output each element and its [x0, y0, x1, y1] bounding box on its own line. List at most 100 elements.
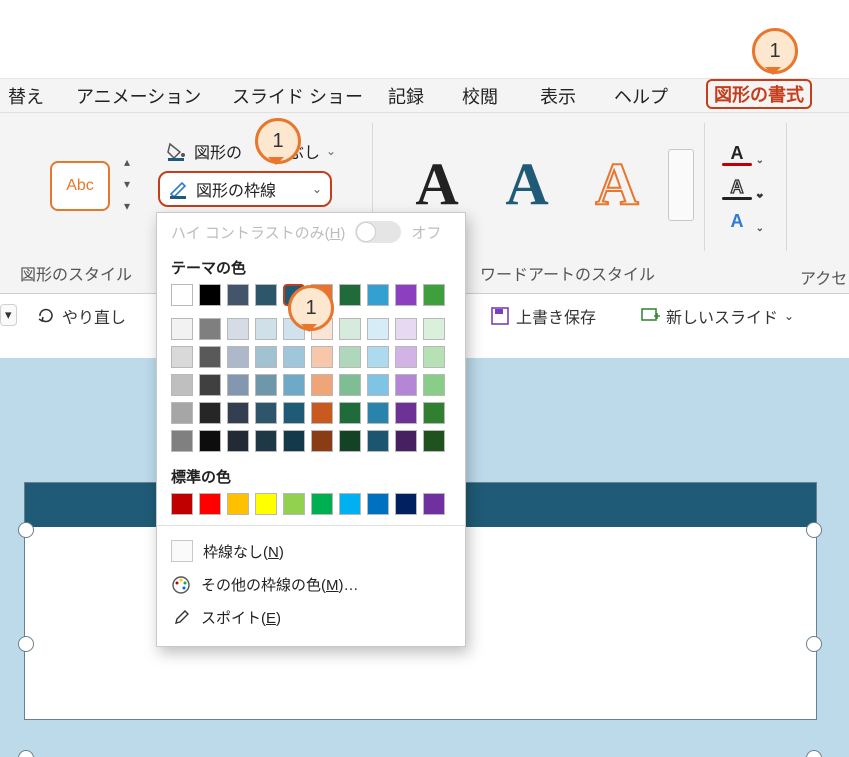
theme-shade-swatch[interactable] [367, 374, 389, 396]
theme-shade-swatch[interactable] [171, 318, 193, 340]
theme-color-swatch[interactable] [199, 284, 221, 306]
gallery-more-icon[interactable]: ▾ [118, 199, 136, 221]
theme-color-swatch[interactable] [339, 284, 361, 306]
theme-shade-swatch[interactable] [395, 374, 417, 396]
theme-shade-swatch[interactable] [171, 430, 193, 452]
theme-shade-swatch[interactable] [199, 318, 221, 340]
redo-button[interactable]: やり直し [36, 304, 126, 328]
resize-handle-nw[interactable] [18, 522, 34, 538]
theme-shade-swatch[interactable] [395, 318, 417, 340]
tab-help[interactable]: ヘルプ [614, 83, 668, 109]
theme-shade-swatch[interactable] [255, 430, 277, 452]
theme-shade-swatch[interactable] [311, 430, 333, 452]
theme-shade-swatch[interactable] [395, 430, 417, 452]
theme-shade-swatch[interactable] [423, 374, 445, 396]
text-outline-button[interactable]: A⌄ [722, 177, 752, 201]
standard-color-swatch[interactable] [423, 493, 445, 515]
theme-shade-swatch[interactable] [199, 430, 221, 452]
theme-shade-swatch[interactable] [227, 430, 249, 452]
tab-view[interactable]: 表示 [540, 83, 576, 109]
theme-color-swatch[interactable] [395, 284, 417, 306]
theme-shade-swatch[interactable] [311, 374, 333, 396]
wordart-style-1[interactable]: A [404, 151, 470, 217]
theme-shade-swatch[interactable] [255, 346, 277, 368]
shape-style-thumb[interactable]: Abc [50, 161, 110, 211]
gallery-down-icon[interactable]: ▾ [118, 177, 136, 199]
theme-shade-swatch[interactable] [423, 430, 445, 452]
tab-review[interactable]: 校閲 [462, 83, 498, 109]
tab-animations[interactable]: アニメーション [76, 83, 201, 109]
standard-color-swatch[interactable] [311, 493, 333, 515]
theme-shade-swatch[interactable] [171, 346, 193, 368]
eyedropper-action[interactable]: スポイト(E) [157, 601, 465, 634]
standard-color-swatch[interactable] [255, 493, 277, 515]
theme-shade-swatch[interactable] [199, 402, 221, 424]
resize-handle-e[interactable] [806, 636, 822, 652]
theme-shade-swatch[interactable] [171, 402, 193, 424]
theme-shade-swatch[interactable] [227, 402, 249, 424]
theme-shade-swatch[interactable] [395, 346, 417, 368]
theme-color-swatch[interactable] [255, 284, 277, 306]
shape-fill-button[interactable]: 図形の ぶし ⌄ [166, 139, 336, 163]
theme-shade-swatch[interactable] [255, 374, 277, 396]
tab-shape-format[interactable]: 図形の書式 [706, 79, 812, 109]
theme-shade-swatch[interactable] [283, 374, 305, 396]
text-effects-button[interactable]: A⌄ [722, 211, 752, 235]
undo-split[interactable]: ▾ [0, 304, 17, 326]
theme-shade-swatch[interactable] [227, 318, 249, 340]
tab-transitions-suffix[interactable]: 替え [8, 83, 44, 109]
gallery-up-icon[interactable]: ▴ [118, 155, 136, 177]
theme-shade-swatch[interactable] [255, 318, 277, 340]
theme-shade-swatch[interactable] [311, 346, 333, 368]
theme-shade-swatch[interactable] [423, 318, 445, 340]
theme-shade-swatch[interactable] [367, 318, 389, 340]
tab-slideshow[interactable]: スライド ショー [232, 83, 363, 109]
theme-shade-swatch[interactable] [339, 430, 361, 452]
standard-color-swatch[interactable] [367, 493, 389, 515]
standard-color-swatch[interactable] [283, 493, 305, 515]
theme-color-swatch[interactable] [171, 284, 193, 306]
wordart-style-2[interactable]: A [494, 151, 560, 217]
wordart-style-3[interactable]: A [584, 151, 650, 217]
theme-shade-swatch[interactable] [311, 402, 333, 424]
tab-record[interactable]: 記録 [388, 83, 424, 109]
theme-color-swatch[interactable] [227, 284, 249, 306]
standard-color-swatch[interactable] [171, 493, 193, 515]
no-outline-action[interactable]: 枠線なし(N) [157, 534, 465, 568]
theme-shade-swatch[interactable] [199, 346, 221, 368]
theme-shade-swatch[interactable] [367, 402, 389, 424]
resize-handle-se[interactable] [806, 750, 822, 757]
theme-shade-swatch[interactable] [423, 346, 445, 368]
theme-shade-swatch[interactable] [283, 402, 305, 424]
standard-color-swatch[interactable] [227, 493, 249, 515]
theme-shade-swatch[interactable] [283, 430, 305, 452]
theme-shade-swatch[interactable] [339, 318, 361, 340]
standard-color-swatch[interactable] [339, 493, 361, 515]
more-colors-action[interactable]: その他の枠線の色(M)… [157, 568, 465, 601]
theme-shade-swatch[interactable] [367, 430, 389, 452]
standard-color-swatch[interactable] [199, 493, 221, 515]
standard-color-swatch[interactable] [395, 493, 417, 515]
resize-handle-ne[interactable] [806, 522, 822, 538]
shape-outline-button[interactable]: 図形の枠線 ⌄ [158, 171, 332, 207]
theme-color-swatch[interactable] [367, 284, 389, 306]
theme-shade-swatch[interactable] [367, 346, 389, 368]
theme-color-swatch[interactable] [423, 284, 445, 306]
theme-shade-swatch[interactable] [227, 374, 249, 396]
theme-shade-swatch[interactable] [339, 402, 361, 424]
theme-shade-swatch[interactable] [339, 346, 361, 368]
high-contrast-toggle[interactable] [355, 221, 401, 243]
theme-shade-swatch[interactable] [339, 374, 361, 396]
theme-shade-swatch[interactable] [395, 402, 417, 424]
theme-shade-swatch[interactable] [283, 346, 305, 368]
theme-shade-swatch[interactable] [255, 402, 277, 424]
save-button[interactable]: 上書き保存 [490, 304, 596, 328]
wordart-gallery-expand[interactable] [668, 149, 694, 221]
theme-shade-swatch[interactable] [423, 402, 445, 424]
text-fill-button[interactable]: A⌄ [722, 143, 752, 167]
theme-shade-swatch[interactable] [171, 374, 193, 396]
theme-shade-swatch[interactable] [227, 346, 249, 368]
theme-shade-swatch[interactable] [199, 374, 221, 396]
resize-handle-sw[interactable] [18, 750, 34, 757]
resize-handle-w[interactable] [18, 636, 34, 652]
